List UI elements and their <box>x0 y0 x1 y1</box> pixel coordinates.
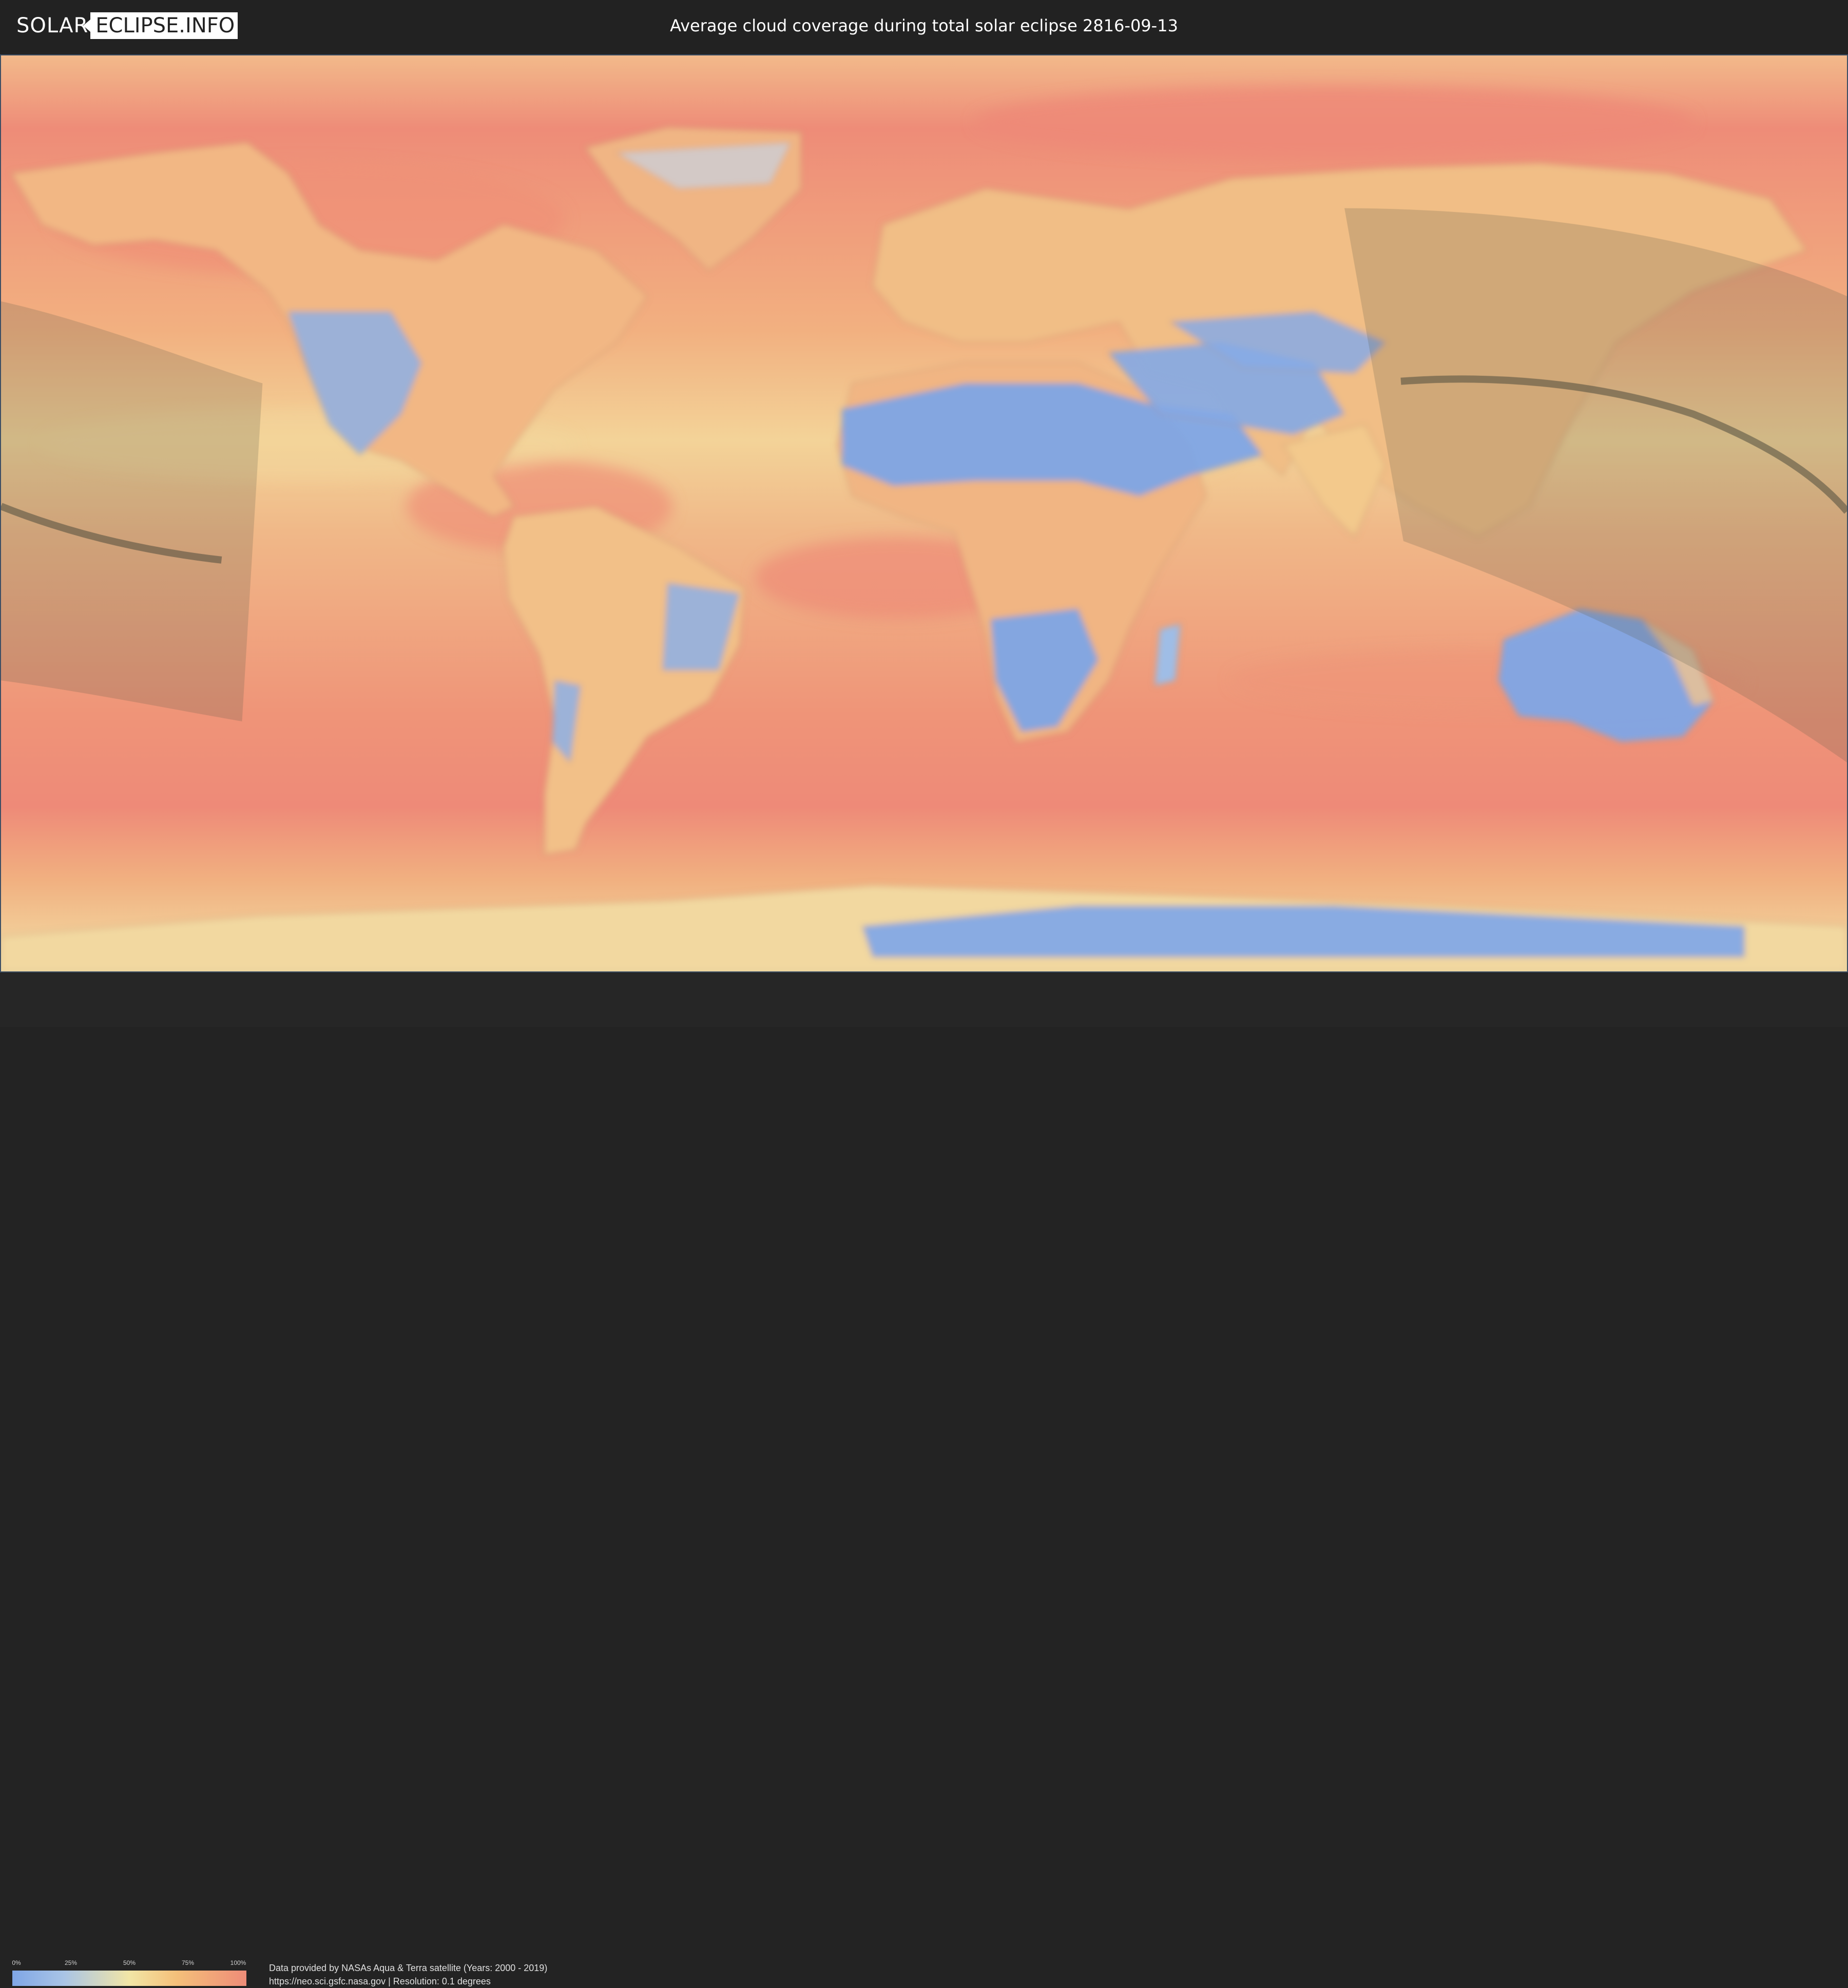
data-credits: Data provided by NASAs Aqua & Terra sate… <box>269 1961 547 1988</box>
footer-bar: 0% 25% 50% 75% 100% Data provided by NAS… <box>0 973 1848 1986</box>
credits-line-2: https://neo.sci.gsfc.nasa.gov | Resoluti… <box>269 1976 491 1986</box>
legend-color-scale <box>12 1971 246 1986</box>
legend-tick: 75% <box>181 1959 195 1966</box>
cloud-legend: 0% 25% 50% 75% 100% <box>12 1959 246 1986</box>
top-bar: SOLAR ECLIPSE.INFO Average cloud coverag… <box>0 0 1848 52</box>
legend-tick: 100% <box>230 1959 246 1966</box>
credits-line-1: Data provided by NASAs Aqua & Terra sate… <box>269 1963 548 1973</box>
legend-tick: 0% <box>12 1959 21 1966</box>
page-title: Average cloud coverage during total sola… <box>670 16 1178 35</box>
world-map-svg <box>1 55 1847 971</box>
cloud-coverage-map[interactable] <box>0 54 1848 972</box>
legend-tick: 50% <box>123 1959 136 1966</box>
legend-tick: 25% <box>64 1959 78 1966</box>
legend-ticks: 0% 25% 50% 75% 100% <box>12 1959 246 1968</box>
